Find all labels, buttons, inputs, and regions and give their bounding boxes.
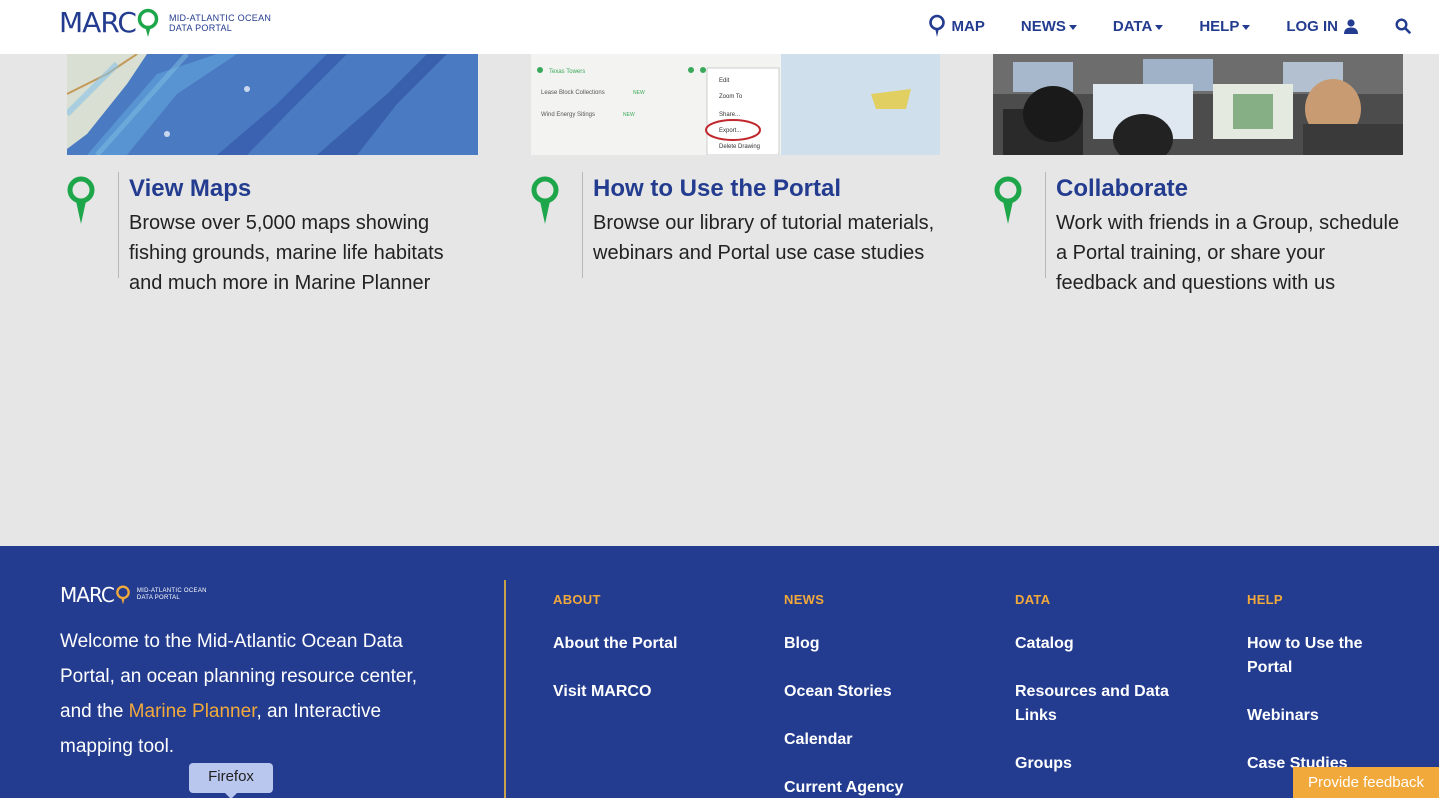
footer-welcome-text: Welcome to the Mid-Atlantic Ocean Data P… <box>60 624 430 764</box>
browser-tooltip: Firefox <box>189 763 273 798</box>
footer-link[interactable]: Current Agency <box>784 776 903 798</box>
nav-news[interactable]: NEWS <box>1021 18 1077 35</box>
logo-wordmark: MARC <box>59 6 137 39</box>
classroom-photo-thumbnail <box>993 54 1403 155</box>
marine-planner-link[interactable]: Marine Planner <box>129 701 257 722</box>
collaborate-image[interactable] <box>993 54 1403 155</box>
card-title[interactable]: How to Use the Portal <box>593 172 947 206</box>
nav-map[interactable]: MAP <box>928 14 985 38</box>
nav-news-label: NEWS <box>1020 17 1066 35</box>
site-footer: MARC Mid-Atlantic Ocean Data Portal Welc… <box>0 546 1439 798</box>
footer-logo[interactable]: MARC Mid-Atlantic Ocean Data Portal <box>60 583 207 607</box>
footer-heading-news: NEWS <box>784 592 825 607</box>
caret-down-icon <box>1155 24 1164 30</box>
footer-logo-subtitle: Mid-Atlantic Ocean Data Portal <box>137 588 207 602</box>
menu-share: Share... <box>719 112 740 118</box>
nav-data-label: DATA <box>1112 17 1153 35</box>
logo-subtitle: Mid-Atlantic Ocean Data Portal <box>169 13 271 33</box>
menu-edit: Edit <box>719 78 730 84</box>
card-body: How to Use the Portal Browse our library… <box>582 172 947 278</box>
menu-list-item-1: Texas Towers <box>549 69 585 75</box>
menu-list-item-2: Lease Block Collections <box>541 90 605 96</box>
footer-heading-data: DATA <box>1015 592 1051 607</box>
logo-subtitle-line2: Data Portal <box>168 22 233 33</box>
caret-down-icon <box>1068 24 1077 30</box>
menu-delete: Delete Drawing <box>719 144 760 150</box>
footer-heading-help: HELP <box>1247 592 1283 607</box>
footer-logo-subtitle-line2: Data Portal <box>136 595 181 601</box>
nav-help-label: HELP <box>1199 17 1240 35</box>
nav-map-label: MAP <box>951 17 985 35</box>
footer-logo-wordmark: MARC <box>60 583 115 607</box>
footer-divider <box>504 580 506 798</box>
main-nav: MAP NEWS DATA HELP LOG IN <box>892 14 1411 38</box>
footer-link[interactable]: Groups <box>1015 752 1072 776</box>
footer-link[interactable]: Webinars <box>1247 704 1319 728</box>
nav-search[interactable] <box>1395 18 1411 34</box>
footer-logo-pin-icon <box>115 585 130 605</box>
view-maps-image[interactable] <box>67 54 478 155</box>
logo-subtitle-line1: Mid-Atlantic Ocean <box>168 12 272 23</box>
nav-help[interactable]: HELP <box>1199 17 1251 35</box>
card-body: Collaborate Work with friends in a Group… <box>1045 172 1410 294</box>
footer-link[interactable]: About the Portal <box>553 632 677 656</box>
logo-pin-icon <box>137 8 159 37</box>
map-pin-icon <box>994 176 1022 224</box>
menu-export: Export... <box>719 128 742 134</box>
card-description: Browse our library of tutorial materials… <box>593 212 935 264</box>
card-body: View Maps Browse over 5,000 maps showing… <box>118 172 478 294</box>
footer-column-data: DATA Catalog Resources and Data Links Gr… <box>1015 592 1169 772</box>
footer-link[interactable]: Ocean Stories <box>784 680 892 704</box>
map-pin-icon <box>531 176 559 224</box>
footer-link[interactable]: Resources and Data Links <box>1015 680 1185 728</box>
menu-new-badge-1: NEW <box>633 90 645 96</box>
map-pin-icon <box>928 14 945 37</box>
footer-column-help: HELP How to Use the Portal Webinars Case… <box>1247 592 1363 772</box>
portal-ui-thumbnail: Texas Towers Lease Block Collections NEW… <box>531 54 940 155</box>
nav-login[interactable]: LOG IN <box>1286 18 1359 35</box>
portal-tutorial-image[interactable]: Texas Towers Lease Block Collections NEW… <box>531 54 940 155</box>
menu-zoom: Zoom To <box>719 94 743 100</box>
site-header: MARC Mid-Atlantic Ocean Data Portal MAP … <box>0 0 1439 54</box>
map-pin-icon <box>67 176 95 224</box>
ocean-map-thumbnail <box>67 54 478 155</box>
menu-list-item-3: Wind Energy Sitings <box>541 112 595 118</box>
footer-logo-subtitle-line1: Mid-Atlantic Ocean <box>136 588 207 594</box>
footer-column-news: NEWS Blog Ocean Stories Calendar Current… <box>784 592 903 796</box>
footer-column-about: ABOUT About the Portal Visit MARCO <box>553 592 677 700</box>
nav-data[interactable]: DATA <box>1112 17 1164 35</box>
card-description: Work with friends in a Group, schedule a… <box>1056 212 1400 294</box>
menu-new-badge-2: NEW <box>623 112 635 118</box>
footer-link[interactable]: Visit MARCO <box>553 680 651 704</box>
user-icon <box>1344 18 1358 34</box>
card-description: Browse over 5,000 maps showing fishing g… <box>129 212 444 294</box>
footer-link[interactable]: Calendar <box>784 728 852 752</box>
footer-link[interactable]: How to Use the Portal <box>1247 632 1387 680</box>
provide-feedback-button[interactable]: Provide feedback <box>1293 767 1439 798</box>
card-title[interactable]: View Maps <box>129 172 478 206</box>
site-logo[interactable]: MARC Mid-Atlantic Ocean Data Portal <box>59 6 271 39</box>
caret-down-icon <box>1242 24 1251 30</box>
search-icon <box>1395 18 1411 34</box>
footer-heading-about: ABOUT <box>553 592 601 607</box>
footer-link[interactable]: Catalog <box>1015 632 1074 656</box>
nav-login-label: LOG IN <box>1286 17 1338 35</box>
footer-link[interactable]: Blog <box>784 632 820 656</box>
card-title[interactable]: Collaborate <box>1056 172 1410 206</box>
